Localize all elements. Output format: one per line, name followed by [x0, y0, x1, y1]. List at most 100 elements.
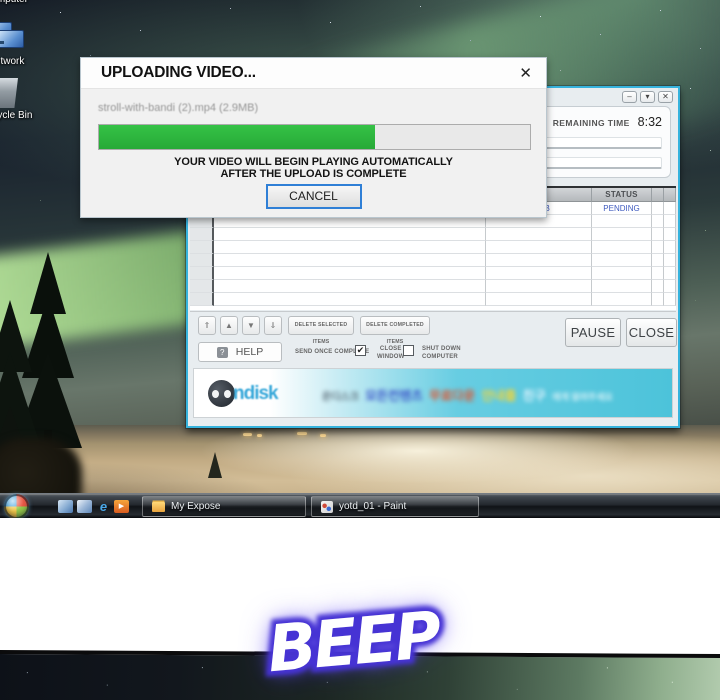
- row-extra-cell: [664, 228, 676, 241]
- row-icon-cell: [190, 254, 214, 267]
- row-extra-cell: [652, 241, 664, 254]
- row-name-cell: [214, 228, 486, 241]
- table-row-empty[interactable]: [190, 267, 676, 280]
- ad-segment: 무료다운: [429, 389, 475, 403]
- desktop-icon-network[interactable]: Network: [0, 20, 38, 68]
- monitor-stand: [0, 41, 4, 44]
- close-window-checkbox[interactable]: [403, 345, 414, 356]
- horizon-light: [320, 434, 326, 437]
- move-top-button[interactable]: ⇑: [198, 316, 216, 335]
- row-icon-cell: [190, 280, 214, 293]
- cancel-button[interactable]: CANCEL: [266, 184, 362, 209]
- remaining-time-value: 8:32: [638, 115, 662, 129]
- autoplay-note-line2: AFTER THE UPLOAD IS COMPLETE: [81, 168, 546, 180]
- move-down-button[interactable]: ▼: [242, 316, 260, 335]
- row-name-cell: [214, 280, 486, 293]
- close-button[interactable]: ✕: [658, 91, 673, 103]
- table-row-empty[interactable]: [190, 228, 676, 241]
- close-window-label: CLOSE WINDOW: [377, 346, 405, 361]
- close-icon[interactable]: ✕: [519, 66, 532, 81]
- upload-progress-fill: [99, 125, 375, 149]
- network-icon-label: Network: [0, 56, 38, 67]
- help-button[interactable]: ? HELP: [198, 342, 282, 362]
- shutdown-line2: COMPUTER: [422, 354, 458, 360]
- row-extra-cell: [652, 215, 664, 228]
- delete-completed-button[interactable]: DELETE COMPLETED ITEMS: [360, 316, 430, 335]
- move-bottom-button[interactable]: ⇓: [264, 316, 282, 335]
- row-name-cell: [214, 267, 486, 280]
- ad-segment: 에게 알려주세요: [552, 392, 612, 402]
- network-monitor-front: [0, 30, 24, 48]
- restore-button[interactable]: ▾: [640, 91, 655, 103]
- uploading-file-name: stroll-with-bandi (2).mp4 (2.9MB): [98, 102, 258, 114]
- row-size-cell: [486, 293, 592, 306]
- media-player-icon[interactable]: ▶: [114, 500, 129, 513]
- sfx-beep: BEEP: [265, 599, 442, 688]
- start-button[interactable]: [4, 494, 29, 518]
- send-once-checkbox[interactable]: ✔: [355, 345, 366, 356]
- header-extra-col: [652, 188, 664, 202]
- table-row-empty[interactable]: [190, 241, 676, 254]
- row-extra-cell: [652, 202, 664, 215]
- row-size-cell: [486, 267, 592, 280]
- taskbar-button-paint[interactable]: yotd_01 - Paint: [311, 496, 479, 517]
- pause-button[interactable]: PAUSE: [565, 318, 621, 347]
- horizon-light: [297, 432, 307, 435]
- ndisk-mascot-icon: [208, 380, 235, 407]
- ad-text: 온디스크 모든컨텐츠 무료다운 안내를 친구 에게 알려주세요: [322, 385, 667, 404]
- row-status-cell: [592, 293, 652, 306]
- ad-segment: 친구: [523, 389, 546, 403]
- remaining-time-label: REMAINING TIME: [553, 118, 630, 128]
- help-icon: ?: [217, 347, 228, 358]
- ad-segment: 온디스크: [322, 392, 359, 403]
- horizon-light: [257, 434, 262, 437]
- switch-windows-icon[interactable]: [77, 500, 92, 513]
- show-desktop-icon[interactable]: [58, 500, 73, 513]
- delete-selected-button[interactable]: DELETE SELECTED ITEMS: [288, 316, 354, 335]
- row-name-cell: [214, 241, 486, 254]
- ad-banner[interactable]: ndisk 온디스크 모든컨텐츠 무료다운 안내를 친구 에게 알려주세요: [193, 368, 673, 418]
- desktop-wallpaper: Computer Network Recycle Bin – ▾ ✕: [0, 0, 720, 518]
- close-window-line1: CLOSE: [380, 346, 402, 352]
- upload-progress-track: [98, 124, 531, 150]
- comic-page: Computer Network Recycle Bin – ▾ ✕: [0, 0, 720, 700]
- row-extra-cell: [664, 202, 676, 215]
- shutdown-line1: SHUT DOWN: [422, 346, 461, 352]
- minimize-button[interactable]: –: [622, 91, 637, 103]
- help-label: HELP: [236, 346, 263, 358]
- taskbar[interactable]: e ▶ My Expose yotd_01 - Paint: [0, 493, 720, 518]
- row-size-cell: [486, 280, 592, 293]
- autoplay-note-line1: YOUR VIDEO WILL BEGIN PLAYING AUTOMATICA…: [81, 156, 546, 168]
- ad-segment: 안내를: [482, 389, 517, 403]
- window-controls: – ▾ ✕: [622, 91, 673, 103]
- dialog-titlebar[interactable]: UPLOADING VIDEO... ✕: [81, 58, 546, 89]
- move-up-button[interactable]: ▲: [220, 316, 238, 335]
- sapling: [208, 452, 222, 478]
- taskbar-button-label: My Expose: [171, 501, 220, 512]
- taskbar-button-my-expose[interactable]: My Expose: [142, 496, 306, 517]
- shutdown-label: SHUT DOWN COMPUTER: [422, 346, 461, 361]
- row-extra-cell: [652, 267, 664, 280]
- desktop-icon-recycle-bin[interactable]: Recycle Bin: [0, 78, 38, 121]
- row-name-cell: [214, 293, 486, 306]
- row-status-cell: [592, 267, 652, 280]
- row-size-cell: [486, 241, 592, 254]
- recycle-bin-icon: [0, 78, 21, 108]
- table-row-empty[interactable]: [190, 280, 676, 293]
- row-size-cell: [486, 228, 592, 241]
- row-status-cell: [592, 215, 652, 228]
- ad-segment: 모든컨텐츠: [365, 389, 423, 403]
- close-button[interactable]: CLOSE: [626, 318, 677, 347]
- paint-icon: [321, 501, 333, 513]
- ndisk-logo: ndisk: [233, 383, 278, 405]
- row-extra-cell: [664, 267, 676, 280]
- table-row-empty[interactable]: [190, 293, 676, 306]
- row-name-cell: [214, 254, 486, 267]
- internet-explorer-icon[interactable]: e: [96, 500, 111, 513]
- table-row-empty[interactable]: [190, 254, 676, 267]
- row-extra-cell: [652, 228, 664, 241]
- taskbar-button-label: yotd_01 - Paint: [339, 501, 406, 512]
- desktop-icon-computer[interactable]: Computer: [0, 0, 38, 5]
- network-icon: [0, 20, 38, 54]
- row-status-cell: [592, 280, 652, 293]
